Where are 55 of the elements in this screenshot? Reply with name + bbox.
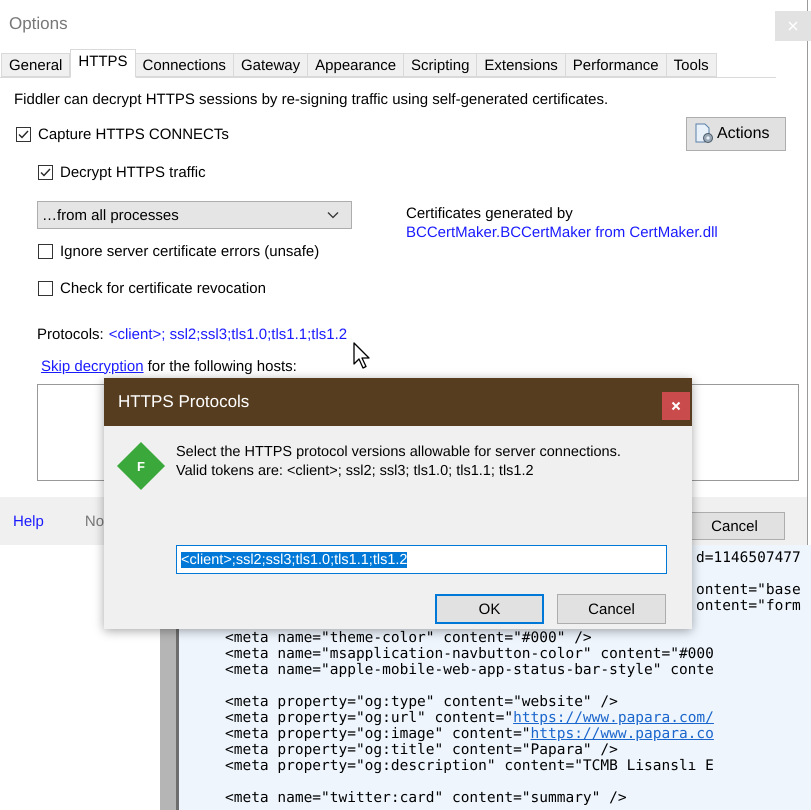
close-icon bbox=[788, 21, 798, 31]
actions-button[interactable]: Actions bbox=[686, 117, 786, 151]
dialog-title: HTTPS Protocols bbox=[118, 392, 250, 412]
code-line: <meta property="og:description" content="TCMB Lisanslı E bbox=[225, 758, 714, 774]
close-icon bbox=[671, 401, 681, 411]
code-link[interactable]: https://www.papara.co bbox=[530, 726, 714, 742]
tab[interactable]: Extensions bbox=[477, 53, 566, 77]
tab[interactable]: Tools bbox=[666, 53, 717, 77]
tab[interactable]: Appearance bbox=[308, 53, 404, 77]
tab[interactable]: HTTPS bbox=[70, 49, 136, 78]
checkbox[interactable] bbox=[38, 164, 53, 180]
code-line: <meta property="og:type" content="website" /> bbox=[225, 694, 618, 710]
code-line: <meta name="theme-color" content="#000" /> bbox=[225, 630, 592, 646]
code-line: <meta name="apple-mobile-web-app-status-bar-style" conte bbox=[225, 662, 714, 678]
chevron-down-icon bbox=[327, 211, 339, 219]
code-line: d=1146507477 bbox=[696, 550, 801, 566]
tab[interactable]: Performance bbox=[566, 53, 667, 77]
description-text: Fiddler can decrypt HTTPS sessions by re-signing traffic using self-generated certificates. bbox=[14, 91, 610, 109]
tab[interactable]: General bbox=[1, 53, 70, 77]
note-text: No bbox=[84, 512, 104, 530]
help-link[interactable]: Help bbox=[13, 512, 44, 530]
certificate-label: Certificates generated by bbox=[406, 205, 574, 224]
ok-button[interactable]: OK bbox=[435, 594, 544, 624]
checkbox-label: Check for certificate revocation bbox=[60, 280, 266, 296]
tab[interactable]: Connections bbox=[136, 53, 234, 77]
dialog-message: Valid tokens are: <client>; ssl2; ssl3; tls1.0; tls1.1; tls1.2 bbox=[176, 462, 535, 481]
code-line: <meta property="og:url" content="https://www.papara.com/ bbox=[225, 710, 714, 726]
code-line: <meta name="twitter:card" content="summary" /> bbox=[225, 790, 627, 806]
protocols-label: Protocols: bbox=[37, 326, 104, 342]
code-line: <meta property="og:image" content="https://www.papara.co bbox=[225, 726, 714, 742]
dialog-message: Select the HTTPS protocol versions allowable for server connections. bbox=[176, 443, 621, 462]
protocols-input[interactable]: <client>;ssl2;ssl3;tls1.0;tls1.1;tls1.2 bbox=[176, 545, 667, 574]
tab[interactable]: Scripting bbox=[404, 53, 478, 77]
tab[interactable]: Gateway bbox=[234, 53, 308, 77]
code-line: <meta property="og:title" content="Papara" /> bbox=[225, 742, 618, 758]
checkbox[interactable] bbox=[16, 126, 31, 142]
code-line: <meta name="msapplication-navbutton-color" content="#000 bbox=[225, 646, 714, 662]
certificate-link[interactable]: BCCertMaker.BCCertMaker from CertMaker.dll bbox=[406, 224, 718, 240]
checkbox-label: Ignore server certificate errors (unsafe) bbox=[60, 242, 320, 260]
window-title: Options bbox=[9, 14, 68, 34]
code-link[interactable]: https://www.papara.com/ bbox=[513, 710, 714, 726]
document-gear-icon bbox=[693, 123, 715, 145]
checkbox-label: Decrypt HTTPS traffic bbox=[60, 164, 206, 180]
protocols-link[interactable]: <client>; ssl2;ssl3;tls1.0;tls1.1;tls1.2 bbox=[108, 326, 348, 342]
skip-decryption-link[interactable]: Skip decryption bbox=[41, 358, 144, 374]
process-dropdown[interactable]: …from all processes bbox=[37, 201, 352, 229]
close-button[interactable] bbox=[662, 392, 690, 420]
checkbox-label: Capture HTTPS CONNECTs bbox=[38, 126, 229, 142]
code-line: ontent="base bbox=[696, 582, 801, 598]
cancel-button[interactable]: Cancel bbox=[557, 594, 666, 624]
app-logo: F bbox=[117, 442, 165, 490]
checkbox[interactable] bbox=[38, 280, 53, 296]
hosts-label: for the following hosts: bbox=[148, 358, 297, 374]
checkbox[interactable] bbox=[38, 244, 53, 258]
code-line: ontent="form bbox=[696, 598, 801, 614]
